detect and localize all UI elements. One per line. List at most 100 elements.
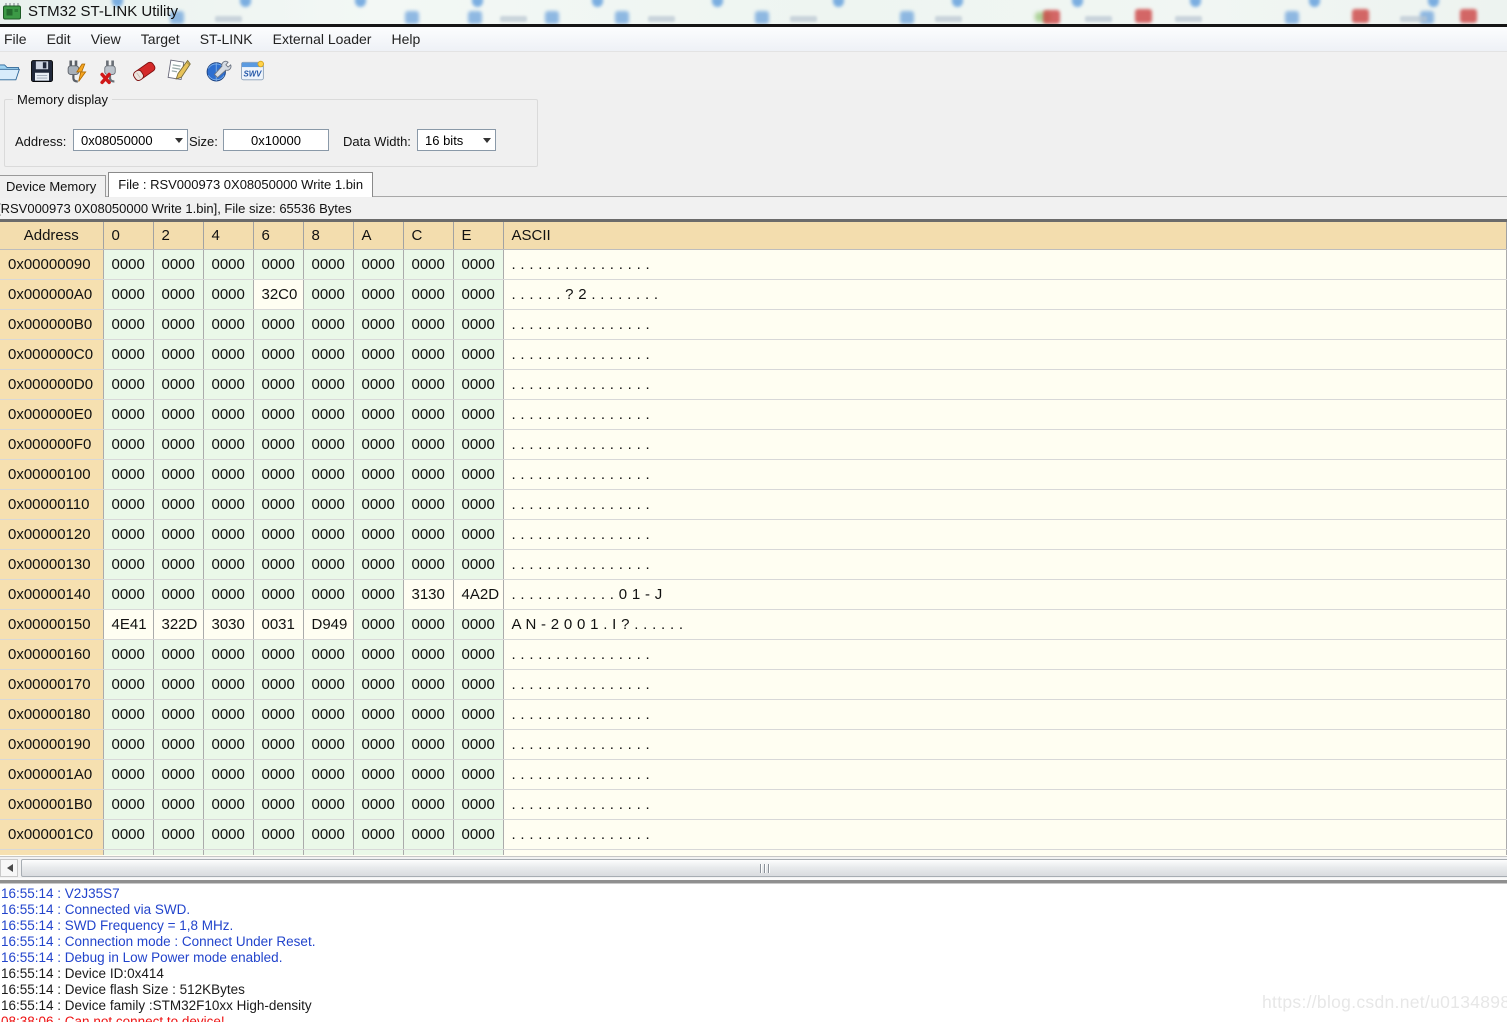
address-combo-arrow-icon[interactable] bbox=[170, 130, 187, 150]
hex-cell[interactable]: 0000 bbox=[303, 819, 354, 850]
hex-cell[interactable]: 0000 bbox=[203, 669, 254, 700]
hex-cell[interactable]: 0000 bbox=[103, 759, 154, 790]
hex-cell[interactable]: 0000 bbox=[353, 309, 404, 340]
hex-cell[interactable]: 0000 bbox=[403, 789, 454, 820]
hex-cell[interactable]: 4A2D bbox=[453, 579, 504, 610]
hex-cell[interactable]: 0000 bbox=[453, 669, 504, 700]
hex-cell[interactable]: 0000 bbox=[403, 729, 454, 760]
hex-cell[interactable]: 0000 bbox=[453, 399, 504, 430]
hex-cell[interactable]: 0000 bbox=[203, 759, 254, 790]
hex-cell[interactable]: 0000 bbox=[153, 639, 204, 670]
hex-cell[interactable]: 0000 bbox=[153, 549, 204, 580]
hex-cell[interactable]: 0000 bbox=[103, 579, 154, 610]
hex-cell[interactable]: 0000 bbox=[353, 639, 404, 670]
hex-cell[interactable]: 0000 bbox=[453, 459, 504, 490]
hex-cell[interactable]: 0000 bbox=[353, 669, 404, 700]
hex-cell[interactable]: 0000 bbox=[353, 729, 404, 760]
hex-cell[interactable]: 0000 bbox=[303, 759, 354, 790]
hex-cell[interactable]: 0000 bbox=[253, 309, 304, 340]
hex-cell[interactable]: 0000 bbox=[303, 489, 354, 520]
hex-cell[interactable]: 0000 bbox=[403, 459, 454, 490]
hex-cell[interactable]: 0000 bbox=[303, 399, 354, 430]
hex-cell[interactable]: 0000 bbox=[453, 639, 504, 670]
hex-cell[interactable]: 0000 bbox=[103, 249, 154, 280]
menu-item-target[interactable]: Target bbox=[131, 28, 190, 51]
hex-cell[interactable]: 0000 bbox=[353, 489, 404, 520]
hex-cell[interactable]: 0000 bbox=[453, 819, 504, 850]
hex-cell[interactable]: 0000 bbox=[403, 249, 454, 280]
hex-cell[interactable]: 0000 bbox=[353, 339, 404, 370]
hex-cell[interactable]: 0000 bbox=[253, 399, 304, 430]
hex-cell[interactable]: 3130 bbox=[403, 579, 454, 610]
hex-cell[interactable]: 0000 bbox=[353, 279, 404, 310]
hex-cell[interactable]: 0000 bbox=[153, 759, 204, 790]
address-combobox[interactable]: 0x08050000 bbox=[73, 129, 188, 151]
disconnect-button[interactable] bbox=[94, 55, 126, 87]
hex-cell[interactable]: 0000 bbox=[453, 729, 504, 760]
hex-cell[interactable]: 0000 bbox=[453, 609, 504, 640]
hex-cell[interactable]: 0000 bbox=[203, 459, 254, 490]
hex-cell[interactable]: 0000 bbox=[103, 699, 154, 730]
menu-item-file[interactable]: File bbox=[0, 28, 37, 51]
hex-cell[interactable]: 0000 bbox=[453, 429, 504, 460]
hex-cell[interactable]: 0000 bbox=[103, 549, 154, 580]
hex-cell[interactable]: 0000 bbox=[403, 339, 454, 370]
hex-cell[interactable]: 0000 bbox=[453, 549, 504, 580]
hex-cell[interactable]: 0000 bbox=[253, 759, 304, 790]
hex-cell[interactable]: 0000 bbox=[303, 729, 354, 760]
hex-cell[interactable]: 0000 bbox=[353, 369, 404, 400]
hex-cell[interactable]: 0000 bbox=[353, 609, 404, 640]
hex-cell[interactable]: 0000 bbox=[403, 309, 454, 340]
hex-cell[interactable]: 0000 bbox=[403, 279, 454, 310]
hex-cell[interactable]: 4E41 bbox=[103, 609, 154, 640]
hex-cell[interactable]: 0000 bbox=[253, 339, 304, 370]
hex-cell[interactable]: 0000 bbox=[403, 399, 454, 430]
hex-cell[interactable]: 0000 bbox=[253, 669, 304, 700]
tab-file[interactable]: File : RSV000973 0X08050000 Write 1.bin bbox=[108, 172, 374, 197]
hex-cell[interactable]: 0000 bbox=[253, 459, 304, 490]
hex-cell[interactable]: 0000 bbox=[353, 399, 404, 430]
hex-cell[interactable]: 0000 bbox=[203, 489, 254, 520]
hex-cell[interactable]: 0000 bbox=[103, 729, 154, 760]
hex-cell[interactable]: 0000 bbox=[353, 429, 404, 460]
hex-cell[interactable]: 0000 bbox=[203, 549, 254, 580]
hex-cell[interactable]: 0000 bbox=[153, 789, 204, 820]
hex-cell[interactable]: 0000 bbox=[403, 549, 454, 580]
hex-cell[interactable]: 0000 bbox=[353, 819, 404, 850]
swv-button[interactable]: SWV bbox=[236, 55, 268, 87]
hex-cell[interactable]: 0000 bbox=[453, 789, 504, 820]
hex-cell[interactable]: 0000 bbox=[353, 759, 404, 790]
hex-cell[interactable]: 322D bbox=[153, 609, 204, 640]
hex-cell[interactable]: 0000 bbox=[253, 639, 304, 670]
hex-cell[interactable]: 0000 bbox=[153, 369, 204, 400]
hex-cell[interactable]: 0000 bbox=[153, 339, 204, 370]
hex-cell[interactable]: 0000 bbox=[103, 489, 154, 520]
hex-cell[interactable]: 0000 bbox=[253, 729, 304, 760]
hex-cell[interactable]: 0000 bbox=[303, 369, 354, 400]
hex-cell[interactable]: 3030 bbox=[203, 609, 254, 640]
hex-cell[interactable]: 0000 bbox=[453, 249, 504, 280]
splitter-bar[interactable] bbox=[0, 878, 1507, 885]
erase-chip-button[interactable] bbox=[128, 55, 160, 87]
hex-cell[interactable]: 0000 bbox=[303, 639, 354, 670]
hex-cell[interactable]: 0000 bbox=[403, 699, 454, 730]
hex-cell[interactable]: 0000 bbox=[303, 309, 354, 340]
hex-cell[interactable]: 0000 bbox=[353, 579, 404, 610]
hex-cell[interactable]: 0000 bbox=[253, 579, 304, 610]
hex-cell[interactable]: 0000 bbox=[203, 279, 254, 310]
hex-cell[interactable]: 0000 bbox=[253, 819, 304, 850]
hex-cell[interactable]: 0000 bbox=[103, 819, 154, 850]
data-width-combobox[interactable]: 16 bits bbox=[417, 129, 496, 151]
hex-cell[interactable]: 0000 bbox=[203, 729, 254, 760]
hex-cell[interactable]: 0000 bbox=[253, 789, 304, 820]
hex-cell[interactable]: 0000 bbox=[103, 459, 154, 490]
hex-cell[interactable]: 0000 bbox=[153, 519, 204, 550]
menu-item-edit[interactable]: Edit bbox=[37, 28, 81, 51]
menu-item-external-loader[interactable]: External Loader bbox=[263, 28, 382, 51]
hex-cell[interactable]: 0000 bbox=[453, 699, 504, 730]
hex-cell[interactable]: 0000 bbox=[303, 579, 354, 610]
hex-cell[interactable]: 0000 bbox=[203, 369, 254, 400]
hex-cell[interactable]: 0000 bbox=[153, 249, 204, 280]
hex-cell[interactable]: 0000 bbox=[403, 369, 454, 400]
tab-device-memory[interactable]: Device Memory bbox=[0, 175, 107, 197]
